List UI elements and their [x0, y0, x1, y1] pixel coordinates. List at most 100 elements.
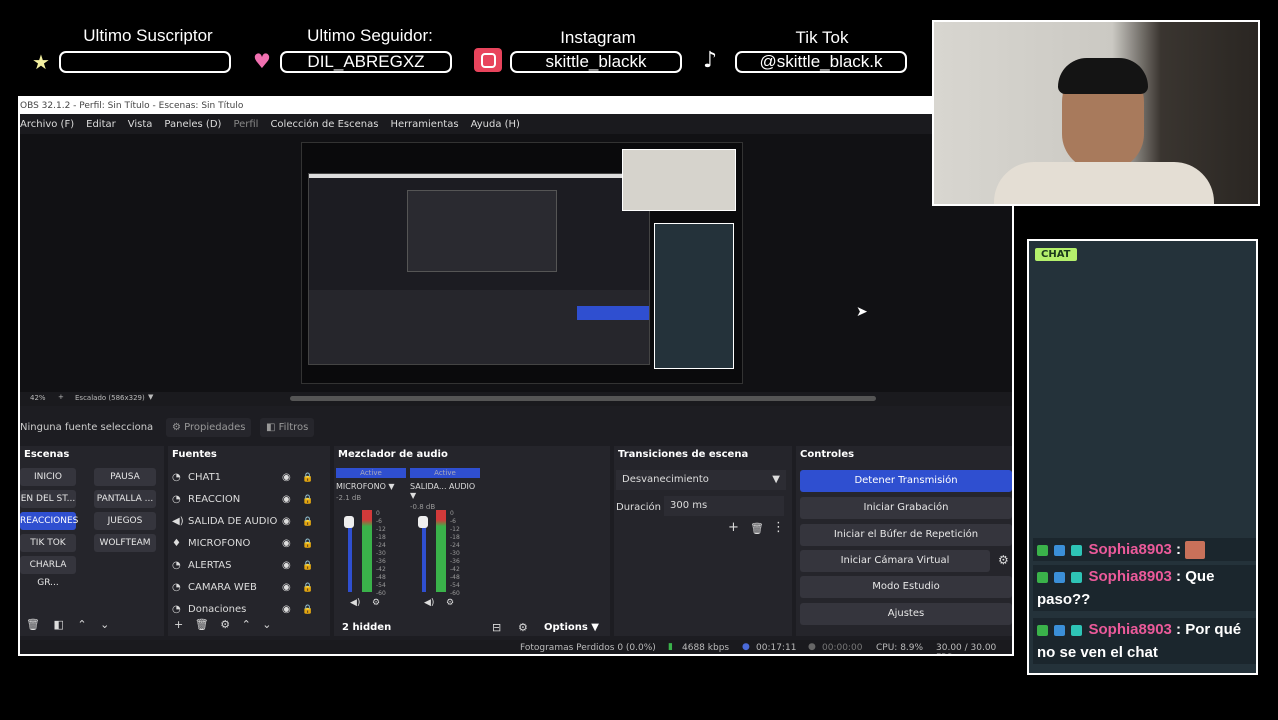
lock-icon[interactable]: 🔒 [302, 556, 313, 576]
filters-button[interactable]: ◧ Filtros [260, 418, 315, 437]
mixer-settings-icon[interactable]: ⚙ [518, 621, 528, 634]
gear-icon: ⚙ [172, 422, 181, 433]
volume-slider-handle[interactable] [344, 516, 354, 528]
source-item[interactable]: ◔ CHAT1 ◉ 🔒 [172, 468, 322, 488]
scene-button[interactable]: INICIO [20, 468, 76, 486]
zoom-level[interactable]: 42% [30, 394, 46, 402]
virtual-cam-settings-icon[interactable]: ⚙ [998, 553, 1009, 567]
source-item[interactable]: ◔ CAMARA WEB ◉ 🔒 [172, 578, 322, 598]
stop-stream-button[interactable]: Detener Transmisión [800, 470, 1012, 492]
menu-perfil[interactable]: Perfil [233, 119, 258, 130]
scene-button[interactable]: REACCIONES [20, 512, 78, 530]
scene-button[interactable]: EN DEL ST... [20, 490, 76, 508]
source-type-icon: ◔ [172, 472, 181, 483]
meter-scale: 0 -6 -12 -18 -24 -30 -36 -42 -48 -54 -60 [376, 510, 386, 598]
badge-icon-3 [1071, 571, 1083, 583]
visibility-eye-icon[interactable]: ◉ [282, 512, 291, 532]
lock-icon[interactable]: 🔒 [302, 490, 313, 510]
visibility-eye-icon[interactable]: ◉ [282, 556, 291, 576]
tiktok-value: @skittle_black.k [735, 51, 907, 73]
scale-dropdown-icon[interactable]: ▼ [148, 393, 153, 401]
menu-paneles[interactable]: Paneles (D) [164, 119, 221, 130]
lock-icon[interactable]: 🔒 [302, 600, 313, 620]
source-up-icon[interactable]: ⌃ [242, 618, 251, 631]
properties-button[interactable]: ⚙ Propiedades [166, 418, 252, 437]
scene-button[interactable]: TIK TOK [20, 534, 76, 552]
preview-scrollbar[interactable] [290, 396, 876, 401]
mute-speaker-icon[interactable]: ◀) [350, 598, 360, 608]
meter-scale: 0 -6 -12 -18 -24 -30 -36 -42 -48 -54 -60 [450, 510, 460, 598]
mixer-layout-icon[interactable]: ⊟ [492, 621, 501, 634]
scene-button[interactable]: WOLFTEAM [94, 534, 156, 552]
lock-icon[interactable]: 🔒 [302, 578, 313, 598]
menu-ayuda[interactable]: Ayuda (H) [471, 119, 520, 130]
sources-title: Fuentes [168, 446, 330, 464]
chat-message-1: Sophia8903 : [1033, 538, 1256, 561]
meter-tick-label: 0 [376, 510, 380, 517]
channel-settings-icon[interactable]: ⚙ [372, 598, 380, 608]
meter-tick-label: -24 [376, 542, 386, 549]
menu-vista[interactable]: Vista [128, 119, 153, 130]
scenes-dock: Escenas INICIO PAUSA EN DEL ST... PANTALLA … [20, 446, 164, 636]
source-item[interactable]: ◔ REACCION ◉ 🔒 [172, 490, 322, 510]
visibility-eye-icon[interactable]: ◉ [282, 468, 291, 488]
menu-escenas[interactable]: Colección de Escenas [270, 119, 378, 130]
preview-area[interactable]: ➤ [20, 134, 1012, 392]
meter-tick-label: -36 [450, 558, 460, 565]
virtual-cam-button[interactable]: Iniciar Cámara Virtual [800, 550, 990, 572]
scene-button[interactable]: CHARLA GR... [20, 556, 76, 588]
person-shirt [994, 162, 1214, 204]
filter-scene-icon[interactable]: ◧ [53, 618, 63, 631]
volume-slider-handle[interactable] [418, 516, 428, 528]
add-transition-icon[interactable]: + [728, 520, 739, 535]
lock-icon[interactable]: 🔒 [302, 534, 313, 554]
remove-transition-icon[interactable]: 🗑 [750, 522, 764, 535]
source-settings-icon[interactable]: ⚙ [220, 618, 230, 631]
chat-panel: CHAT Sophia8903 : Sophia8903 : Que paso?… [1027, 239, 1258, 675]
visibility-eye-icon[interactable]: ◉ [282, 578, 291, 598]
transition-select[interactable]: Desvanecimiento ▼ [616, 470, 786, 490]
source-item[interactable]: ♦ MICROFONO ◉ 🔒 [172, 534, 322, 554]
menu-herramientas[interactable]: Herramientas [390, 119, 458, 130]
scenes-toolbar: 🗑 ◧ ⌃ ⌄ [26, 618, 109, 631]
remove-source-icon[interactable]: 🗑 [195, 618, 209, 631]
menu-archivo[interactable]: Archivo (F) [20, 119, 74, 130]
badge-icon-3 [1071, 544, 1083, 556]
scene-button[interactable]: PAUSA [94, 468, 156, 486]
visibility-eye-icon[interactable]: ◉ [282, 490, 291, 510]
mute-speaker-icon[interactable]: ◀) [424, 598, 434, 608]
transition-menu-icon[interactable]: ⋮ [772, 520, 785, 535]
visibility-eye-icon[interactable]: ◉ [282, 600, 291, 620]
channel-name[interactable]: SALIDA... AUDIO ▼ [410, 482, 480, 500]
badge-icon-2 [1054, 544, 1066, 556]
visibility-eye-icon[interactable]: ◉ [282, 534, 291, 554]
scene-button[interactable]: JUEGOS [94, 512, 156, 530]
start-record-button[interactable]: Iniciar Grabación [800, 497, 1012, 519]
channel-settings-icon[interactable]: ⚙ [446, 598, 454, 608]
duration-input[interactable]: 300 ms [664, 496, 784, 516]
channel-name[interactable]: MICROFONO ▼ [336, 482, 406, 491]
meter-tick-label: -60 [376, 590, 386, 597]
meter-tick-label: -42 [450, 566, 460, 573]
lock-icon[interactable]: 🔒 [302, 512, 313, 532]
scale-label[interactable]: Escalado (586x329) [75, 394, 145, 402]
preview-canvas[interactable] [301, 142, 743, 384]
meter-tick-label: -6 [450, 518, 456, 525]
settings-button[interactable]: Ajustes [800, 603, 1012, 625]
source-item[interactable]: ◔ ALERTAS ◉ 🔒 [172, 556, 322, 576]
lock-icon[interactable]: 🔒 [302, 468, 313, 488]
source-item[interactable]: ◀) SALIDA DE AUDIO ◉ 🔒 [172, 512, 322, 532]
replay-buffer-button[interactable]: Iniciar el Búfer de Repetición [800, 524, 1012, 546]
scene-button[interactable]: PANTALLA ... [94, 490, 156, 508]
studio-mode-button[interactable]: Modo Estudio [800, 576, 1012, 598]
add-source-icon[interactable]: + [174, 618, 183, 631]
move-down-icon[interactable]: ⌄ [100, 618, 109, 631]
source-down-icon[interactable]: ⌄ [262, 618, 271, 631]
zoom-plus-icon[interactable]: + [58, 393, 64, 401]
move-up-icon[interactable]: ⌃ [77, 618, 86, 631]
meter-tick-label: -18 [376, 534, 386, 541]
remove-scene-icon[interactable]: 🗑 [26, 618, 40, 631]
source-item[interactable]: ◔ Donaciones ◉ 🔒 [172, 600, 322, 620]
menu-editar[interactable]: Editar [86, 119, 116, 130]
mixer-options-button[interactable]: Options ▼ [544, 622, 599, 633]
